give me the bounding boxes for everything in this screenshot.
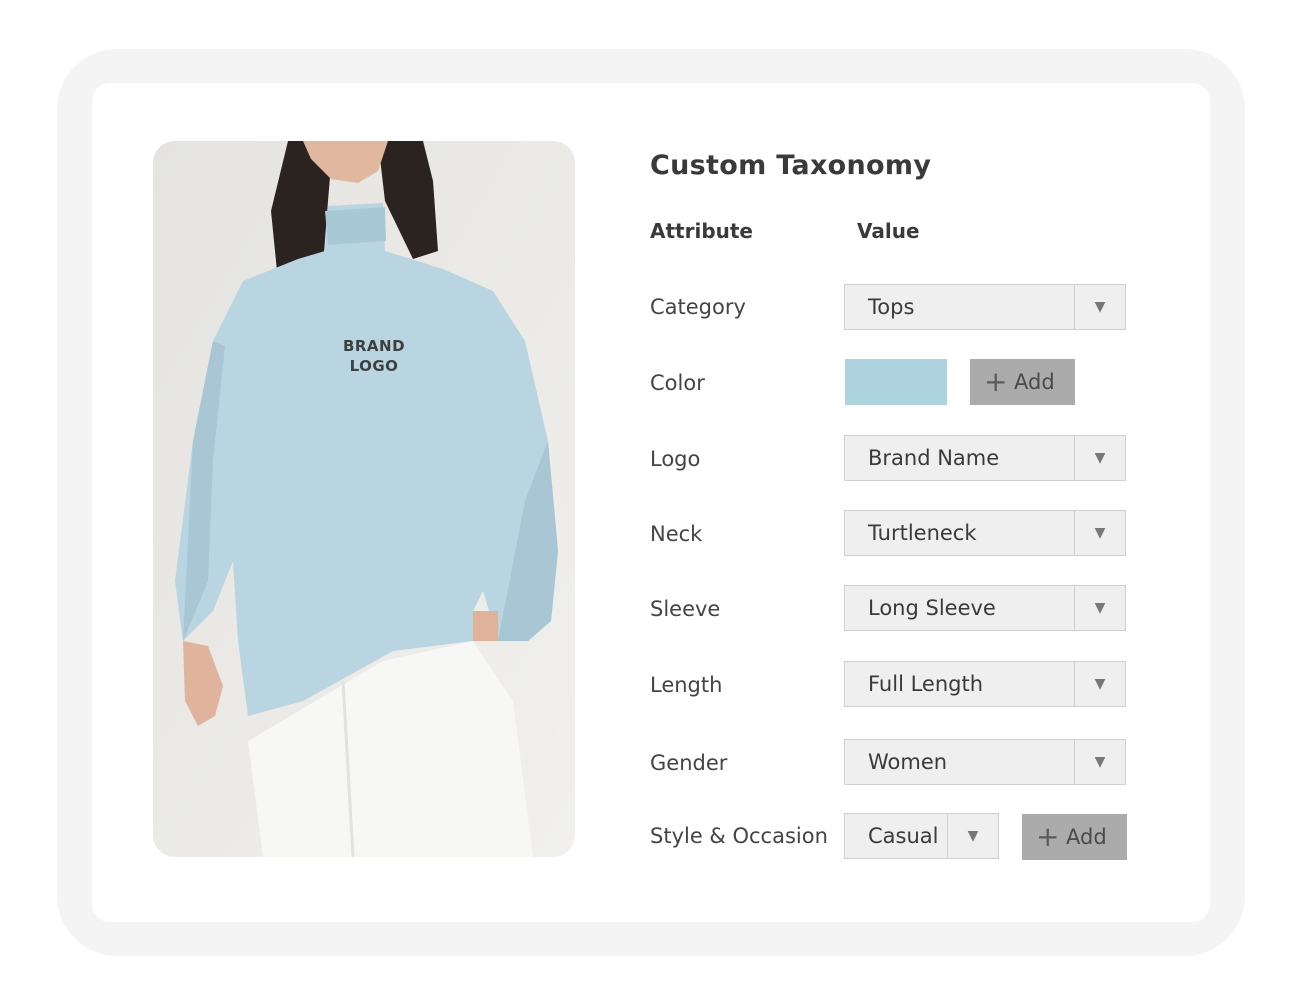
sleeve-label: Sleeve: [650, 597, 721, 621]
gender-label: Gender: [650, 751, 728, 775]
value-column-header: Value: [857, 219, 920, 243]
color-swatch[interactable]: [845, 359, 947, 405]
gender-dropdown[interactable]: Women ▼: [844, 739, 1126, 785]
chevron-down-icon[interactable]: ▼: [948, 814, 998, 858]
logo-dropdown[interactable]: Brand Name ▼: [844, 435, 1126, 481]
attribute-column-header: Attribute: [650, 219, 753, 243]
length-value: Full Length: [868, 672, 984, 696]
chevron-down-icon[interactable]: ▼: [1075, 436, 1125, 480]
chevron-down-icon[interactable]: ▼: [1075, 511, 1125, 555]
chevron-down-icon[interactable]: ▼: [1075, 285, 1125, 329]
category-value: Tops: [868, 295, 915, 319]
add-style-label: Add: [1066, 825, 1107, 849]
panel-title: Custom Taxonomy: [650, 150, 932, 181]
sleeve-dropdown[interactable]: Long Sleeve ▼: [844, 585, 1126, 631]
product-photo: [153, 141, 575, 857]
style-occasion-label: Style & Occasion: [650, 824, 828, 848]
sleeve-value: Long Sleeve: [868, 596, 996, 620]
neck-label: Neck: [650, 522, 703, 546]
plus-icon: +: [984, 365, 1008, 398]
category-label: Category: [650, 295, 746, 319]
neck-value: Turtleneck: [868, 521, 977, 545]
add-style-button[interactable]: + Add: [1022, 814, 1127, 860]
chevron-down-icon[interactable]: ▼: [1075, 740, 1125, 784]
add-color-label: Add: [1014, 370, 1055, 394]
logo-value: Brand Name: [868, 446, 1000, 470]
chevron-down-icon[interactable]: ▼: [1075, 586, 1125, 630]
gender-value: Women: [868, 750, 948, 774]
category-dropdown[interactable]: Tops ▼: [844, 284, 1126, 330]
logo-label: Logo: [650, 447, 701, 471]
neck-dropdown[interactable]: Turtleneck ▼: [844, 510, 1126, 556]
chevron-down-icon[interactable]: ▼: [1075, 662, 1125, 706]
add-color-button[interactable]: + Add: [970, 359, 1075, 405]
style-occasion-dropdown[interactable]: Casual ▼: [844, 813, 999, 859]
model-illustration: [153, 141, 575, 857]
plus-icon: +: [1036, 820, 1060, 853]
length-label: Length: [650, 673, 723, 697]
length-dropdown[interactable]: Full Length ▼: [844, 661, 1126, 707]
style-occasion-value: Casual: [868, 824, 939, 848]
color-label: Color: [650, 371, 705, 395]
